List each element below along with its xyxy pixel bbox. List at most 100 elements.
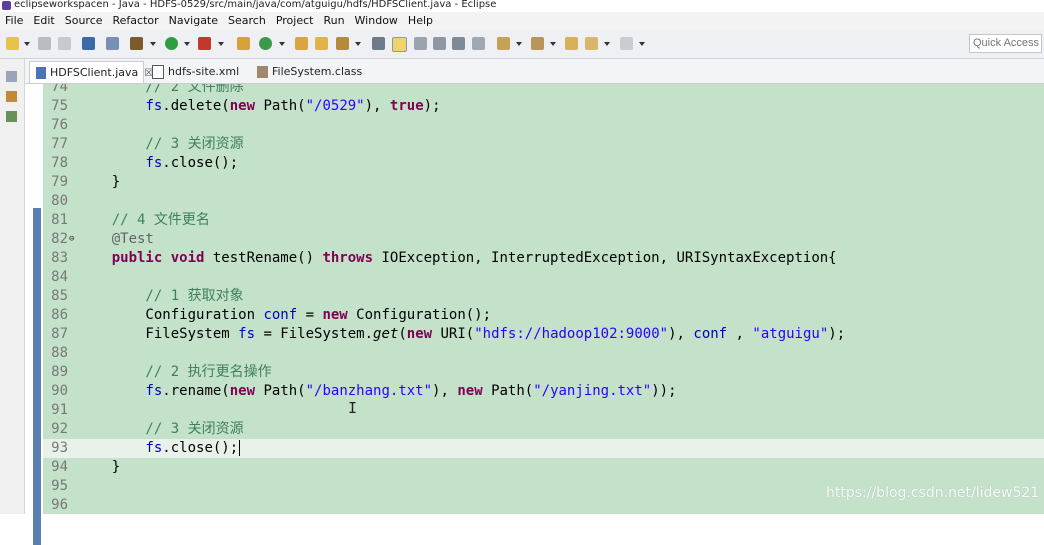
- code-text[interactable]: // 2 执行更名操作: [78, 363, 271, 382]
- debug-icon[interactable]: [130, 37, 143, 50]
- code-text[interactable]: // 4 文件更名: [78, 211, 210, 230]
- open-type-icon[interactable]: [295, 37, 308, 50]
- external-tools-icon[interactable]: [198, 37, 211, 50]
- code-text[interactable]: }: [78, 458, 120, 477]
- run-dropdown-icon[interactable]: [184, 42, 190, 46]
- last-edit-location-icon[interactable]: [565, 37, 578, 50]
- run-icon[interactable]: [165, 37, 178, 50]
- java-editor[interactable]: 74 // 2 文件删除 75 fs.delete(new Path("/0529…: [30, 84, 1044, 545]
- menu-refactor[interactable]: Refactor: [108, 12, 164, 30]
- back-dropdown-icon[interactable]: [604, 42, 610, 46]
- search-dropdown-icon[interactable]: [355, 42, 361, 46]
- block-selection-icon[interactable]: [433, 37, 446, 50]
- toggle-word-wrap-icon[interactable]: [414, 37, 427, 50]
- code-token: // 3 关闭资源: [78, 136, 244, 152]
- line-number: 82: [51, 231, 68, 247]
- menu-help[interactable]: Help: [403, 12, 438, 30]
- menu-navigate[interactable]: Navigate: [164, 12, 223, 30]
- forward-icon[interactable]: [620, 37, 633, 50]
- forward-dropdown-icon[interactable]: [639, 42, 645, 46]
- next-annotation-dropdown-icon[interactable]: [516, 42, 522, 46]
- external-tools-dropdown-icon[interactable]: [218, 42, 224, 46]
- next-annotation-icon[interactable]: [497, 37, 510, 50]
- show-paragraph-icon[interactable]: [472, 37, 485, 50]
- previous-annotation-dropdown-icon[interactable]: [550, 42, 556, 46]
- menu-window[interactable]: Window: [350, 12, 403, 30]
- toggle-breadcrumb-icon[interactable]: [106, 37, 119, 50]
- tab-hdfs-site-xml[interactable]: hdfs-site.xml: [152, 61, 252, 83]
- code-text[interactable]: }: [78, 173, 120, 192]
- code-token: fs: [238, 326, 256, 342]
- window-title: eclipseworkspacen - Java - HDFS-0529/src…: [14, 0, 497, 10]
- code-token: fs: [145, 383, 163, 399]
- code-area[interactable]: 74 // 2 文件删除 75 fs.delete(new Path("/0529…: [43, 84, 1044, 514]
- new-java-class-icon[interactable]: [259, 37, 272, 50]
- package-explorer-icon[interactable]: [6, 91, 17, 102]
- new-class-dropdown-icon[interactable]: [279, 42, 285, 46]
- code-line: 74 // 2 文件删除: [43, 84, 1044, 97]
- code-text[interactable]: fs.close();: [78, 154, 238, 173]
- type-hierarchy-icon[interactable]: [6, 111, 17, 122]
- code-token: .rename(: [162, 383, 230, 399]
- code-text[interactable]: // 1 获取对象: [78, 287, 244, 306]
- code-text[interactable]: // 3 关闭资源: [78, 420, 243, 439]
- mark-occurrences-icon[interactable]: [392, 37, 407, 52]
- code-text[interactable]: Configuration conf = new Configuration()…: [78, 306, 491, 325]
- save-all-icon[interactable]: [58, 37, 71, 50]
- menu-search[interactable]: Search: [223, 12, 271, 30]
- previous-annotation-icon[interactable]: [531, 37, 544, 50]
- line-number: 90: [51, 383, 68, 399]
- code-token: }: [78, 174, 121, 190]
- open-task-icon[interactable]: [315, 37, 328, 50]
- tab-hdfsclient-java[interactable]: HDFSClient.java ☒: [29, 61, 153, 83]
- menu-source[interactable]: Source: [60, 12, 108, 30]
- code-line: 85 // 1 获取对象: [43, 287, 1044, 306]
- new-java-package-icon[interactable]: [237, 37, 250, 50]
- code-token: "/banzhang.txt": [305, 383, 433, 399]
- code-line: 83 public void testRename() throws IOExc…: [43, 249, 1044, 268]
- debug-dropdown-icon[interactable]: [150, 42, 156, 46]
- quick-access-input[interactable]: [969, 34, 1042, 53]
- new-dropdown-icon[interactable]: [24, 42, 30, 46]
- code-token: Path(: [255, 383, 306, 399]
- code-token: FileSystem: [78, 326, 239, 342]
- new-icon[interactable]: [6, 37, 19, 50]
- tab-filesystem-class[interactable]: FileSystem.class: [257, 61, 367, 83]
- open-console-icon[interactable]: [82, 37, 95, 50]
- code-text[interactable]: public void testRename() throws IOExcept…: [78, 249, 837, 268]
- search-icon[interactable]: [336, 37, 349, 50]
- fold-toggle-icon[interactable]: ⊖: [69, 230, 74, 249]
- code-line: 80: [43, 192, 1044, 211]
- code-text[interactable]: fs.rename(new Path("/banzhang.txt"), new…: [78, 382, 676, 401]
- code-token: throws: [322, 250, 374, 266]
- code-token: // 1 获取对象: [78, 288, 244, 304]
- pin-editor-icon[interactable]: [372, 37, 385, 50]
- menu-project[interactable]: Project: [271, 12, 319, 30]
- code-text[interactable]: fs.delete(new Path("/0529"), true);: [78, 97, 440, 116]
- code-token: ,: [727, 326, 753, 342]
- code-text[interactable]: // 3 关闭资源: [78, 135, 244, 154]
- code-token: = FileSystem.: [255, 326, 374, 342]
- code-token: fs: [145, 155, 163, 171]
- code-token: new: [322, 307, 348, 323]
- code-token: "atguigu": [752, 326, 829, 342]
- code-token: .delete(: [162, 98, 230, 114]
- menu-edit[interactable]: Edit: [28, 12, 59, 30]
- code-token: // 2 文件删除: [78, 84, 244, 95]
- menu-file[interactable]: File: [0, 12, 28, 30]
- line-number: 91: [51, 402, 68, 418]
- restore-icon[interactable]: [6, 71, 17, 82]
- code-text[interactable]: fs.close();: [78, 439, 241, 458]
- code-token: fs: [145, 98, 163, 114]
- save-icon[interactable]: [38, 37, 51, 50]
- code-text[interactable]: FileSystem fs = FileSystem.get(new URI("…: [78, 325, 845, 344]
- show-whitespace-icon[interactable]: [452, 37, 465, 50]
- code-line: 76: [43, 116, 1044, 135]
- menu-run[interactable]: Run: [318, 12, 349, 30]
- code-text[interactable]: @Test: [78, 230, 154, 249]
- code-text[interactable]: // 2 文件删除: [78, 84, 244, 97]
- line-number: 75: [51, 98, 68, 114]
- back-icon[interactable]: [585, 37, 598, 50]
